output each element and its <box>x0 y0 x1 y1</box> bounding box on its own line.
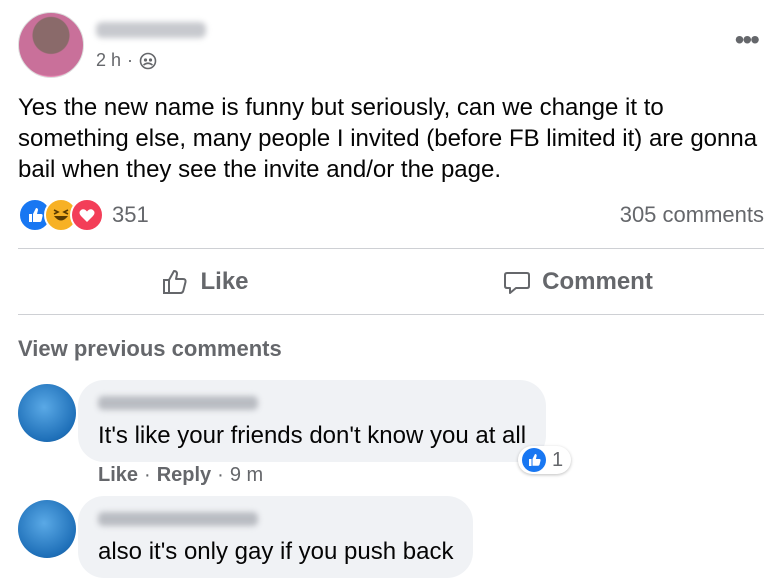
meta-separator: · <box>127 50 134 70</box>
reactions-summary: 351 305 comments <box>18 198 764 232</box>
like-button-label: Like <box>200 268 249 295</box>
post-meta: 2 h · <box>96 50 157 71</box>
commenter-avatar[interactable] <box>18 384 76 442</box>
commenter-avatar[interactable] <box>18 500 76 558</box>
comment-text: also it's only gay if you push back <box>98 538 454 565</box>
post-time[interactable]: 2 h <box>96 50 121 71</box>
comment-time[interactable]: 9 m <box>230 464 263 487</box>
commenter-name-redacted[interactable] <box>98 396 258 410</box>
friends-icon[interactable] <box>139 52 157 70</box>
comment-button[interactable]: Comment <box>391 250 764 314</box>
comment-icon <box>504 272 531 294</box>
divider-bottom <box>18 314 764 315</box>
comment-reply-link[interactable]: Reply <box>157 464 211 487</box>
more-options-icon[interactable]: ••• <box>735 26 760 54</box>
comment-button-label: Comment <box>542 268 653 295</box>
comment-text: It's like your friends don't know you at… <box>98 422 527 449</box>
reaction-icons[interactable] <box>18 198 104 232</box>
reaction-count[interactable]: 351 <box>112 202 149 228</box>
comment-actions-separator: · <box>217 464 224 486</box>
like-button[interactable]: Like <box>18 250 391 314</box>
comment-item: also it's only gay if you push back <box>18 496 758 578</box>
comment-bubble: also it's only gay if you push back <box>78 496 474 578</box>
divider-top <box>18 248 764 249</box>
comment-bubble: It's like your friends don't know you at… <box>78 380 547 462</box>
post-actions: Like Comment <box>18 250 764 314</box>
commenter-name-redacted[interactable] <box>98 512 258 526</box>
comment-like-link[interactable]: Like <box>98 464 138 487</box>
author-avatar[interactable] <box>18 12 84 78</box>
author-name-redacted[interactable] <box>96 22 206 38</box>
like-reaction-icon <box>522 448 546 472</box>
post-text: Yes the new name is funny but seriously,… <box>18 94 758 183</box>
comments-count[interactable]: 305 comments <box>620 202 764 228</box>
love-reaction-icon <box>70 198 104 232</box>
comment-item: It's like your friends don't know you at… <box>18 380 758 490</box>
comment-reaction-summary[interactable]: 1 <box>518 446 572 474</box>
comment-actions: Like · Reply · 9 m <box>98 464 263 487</box>
comment-reaction-count: 1 <box>552 448 564 471</box>
post-header: 2 h · ••• <box>18 12 760 82</box>
comment-actions-separator: · <box>144 464 151 486</box>
thumbs-up-icon <box>163 270 188 294</box>
view-previous-comments-link[interactable]: View previous comments <box>18 336 282 362</box>
